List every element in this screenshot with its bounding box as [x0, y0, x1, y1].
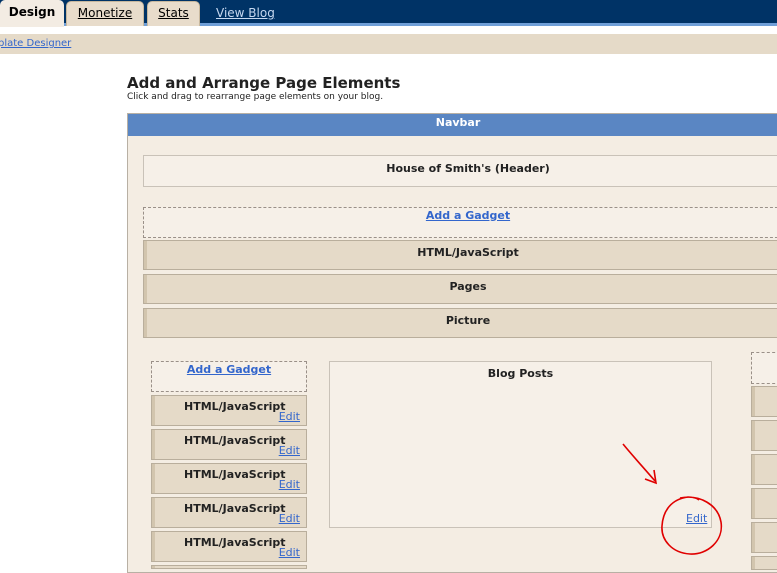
annotation-overlay	[622, 443, 723, 555]
annotation-arrow	[622, 443, 656, 482]
annotation-circle	[661, 496, 723, 555]
